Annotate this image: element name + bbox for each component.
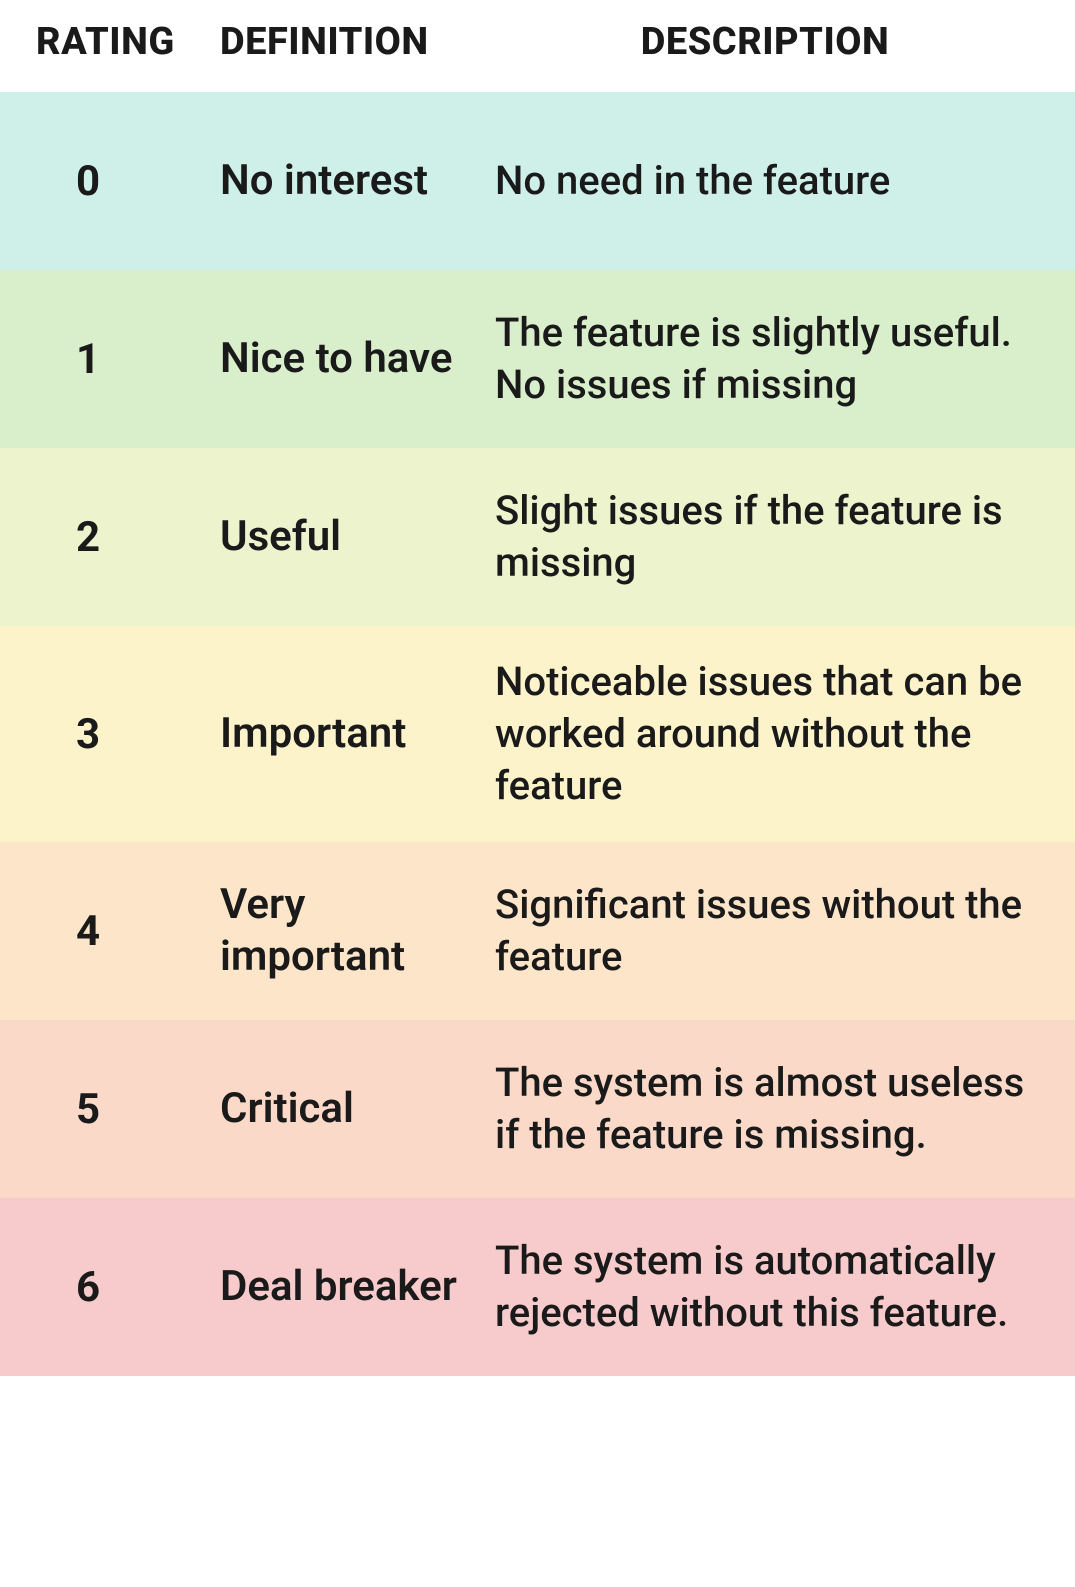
table-header-row: RATING DEFINITION DESCRIPTION [0, 0, 1075, 92]
cell-description: The feature is slightly useful. No issue… [475, 307, 1075, 411]
cell-definition: Very important [200, 879, 475, 984]
header-definition: DEFINITION [200, 20, 475, 64]
table-row: 1 Nice to have The feature is slightly u… [0, 270, 1075, 448]
table-row: 4 Very important Significant issues with… [0, 842, 1075, 1020]
cell-rating: 6 [0, 1263, 200, 1312]
cell-description: The system is automatically rejected wit… [475, 1235, 1075, 1339]
table-row: 5 Critical The system is almost useless … [0, 1020, 1075, 1198]
cell-rating: 5 [0, 1085, 200, 1134]
cell-definition: Nice to have [200, 333, 475, 386]
cell-definition: Critical [200, 1083, 475, 1136]
header-rating: RATING [0, 20, 200, 64]
table-row: 0 No interest No need in the feature [0, 92, 1075, 270]
rating-scale-table: RATING DEFINITION DESCRIPTION 0 No inter… [0, 0, 1075, 1376]
table-row: 2 Useful Slight issues if the feature is… [0, 448, 1075, 626]
cell-description: No need in the feature [475, 155, 1075, 207]
cell-definition: Useful [200, 511, 475, 564]
cell-rating: 4 [0, 907, 200, 956]
cell-description: The system is almost useless if the feat… [475, 1057, 1075, 1161]
cell-description: Slight issues if the feature is missing [475, 485, 1075, 589]
cell-definition: Deal breaker [200, 1261, 475, 1314]
table-row: 6 Deal breaker The system is automatical… [0, 1198, 1075, 1376]
cell-rating: 3 [0, 710, 200, 759]
cell-rating: 1 [0, 335, 200, 384]
header-description: DESCRIPTION [475, 20, 1075, 64]
cell-definition: Important [200, 708, 475, 761]
cell-description: Significant issues without the feature [475, 879, 1075, 983]
table-row: 3 Important Noticeable issues that can b… [0, 626, 1075, 842]
cell-rating: 0 [0, 157, 200, 206]
cell-definition: No interest [200, 155, 475, 208]
cell-description: Noticeable issues that can be worked aro… [475, 656, 1075, 812]
cell-rating: 2 [0, 513, 200, 562]
